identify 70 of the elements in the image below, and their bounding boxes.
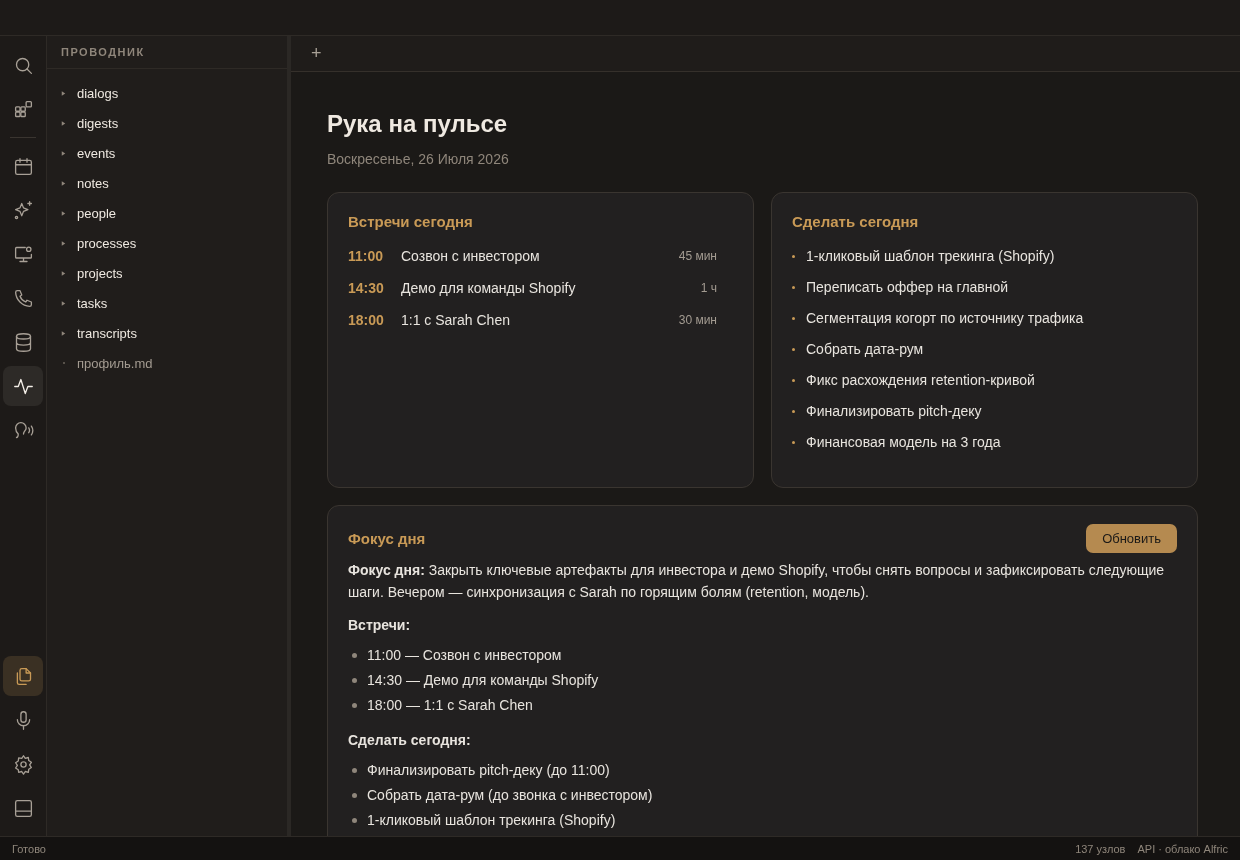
folder-item[interactable]: transcripts (77, 325, 137, 341)
bullet-icon (352, 793, 357, 798)
todo-item: Переписать оффер на главной (806, 279, 1009, 295)
card-title: Сделать сегодня (792, 213, 920, 230)
todo-item: Фикс расхождения retention-кривой (806, 372, 1035, 388)
page-date: Воскресенье, 26 Июля 2026 (327, 151, 510, 167)
api-status: API · облако Alfric (1137, 842, 1228, 855)
todo-item: Финансовая модель на 3 года (806, 434, 1001, 450)
file-item[interactable]: профиль.md (77, 355, 153, 371)
bullet-icon (792, 316, 795, 320)
todo-item: Собрать дата-рум (806, 341, 924, 357)
files-icon[interactable] (3, 656, 43, 696)
list-item: Собрать дата-рум (до звонка с инвестором) (367, 786, 653, 805)
refresh-button[interactable]: Обновить (1086, 524, 1177, 553)
new-tab-button[interactable]: + (307, 43, 326, 64)
card-title: Встречи сегодня (348, 213, 474, 230)
chevron-icon[interactable] (60, 89, 67, 97)
bullet-icon (792, 409, 795, 413)
page-title: Рука на пульсе (327, 110, 509, 138)
chevron-icon[interactable] (60, 269, 67, 277)
folder-item[interactable]: tasks (77, 295, 108, 311)
chevron-icon[interactable] (60, 239, 67, 247)
focus-summary: Фокус дня: Закрыть ключевые артефакты для инвестора и демо Shopify, чтобы снять вопросы и зафиксировать следующие шаги. Вечером — синхронизация с Sarah по горящим болям (retention, модель). (348, 561, 1166, 602)
meeting-time: 11:00 (348, 248, 385, 264)
meeting-time: 14:30 (348, 280, 385, 296)
bullet-icon (352, 768, 357, 773)
meeting-title: Созвон с инвестором (401, 248, 541, 264)
meeting-duration: 45 мин (678, 249, 717, 263)
section-heading: Встречи: (348, 617, 412, 633)
folder-item[interactable]: people (77, 205, 117, 221)
chevron-icon[interactable] (60, 329, 67, 337)
chevron-icon[interactable] (60, 209, 67, 217)
folder-item[interactable]: events (77, 145, 116, 161)
meeting-duration: 1 ч (700, 281, 717, 295)
chevron-icon[interactable] (60, 119, 67, 127)
section-heading: Сделать сегодня: (348, 732, 472, 748)
status-text: Готово (12, 842, 46, 855)
pulse-icon[interactable] (3, 366, 43, 406)
todo-item: Финализировать pitch-деку (806, 403, 982, 419)
todo-item: Сегментация когорт по источнику трафика (806, 310, 1084, 326)
bullet-icon (792, 285, 795, 289)
chevron-icon[interactable] (60, 149, 67, 157)
meeting-title: 1:1 с Sarah Chen (401, 312, 511, 328)
folder-item[interactable]: digests (77, 115, 119, 131)
folder-item[interactable]: notes (77, 175, 109, 191)
bullet-icon (792, 378, 795, 382)
folder-item[interactable]: processes (77, 235, 137, 251)
list-item: 11:00 — Созвон с инвестором (367, 646, 562, 665)
folder-item[interactable]: dialogs (77, 85, 119, 101)
sidebar-title: ПРОВОДНИК (47, 36, 287, 69)
list-item: Финализировать pitch-деку (до 11:00) (367, 761, 610, 780)
node-count: 137 узлов (1075, 842, 1126, 855)
bullet-icon (352, 678, 357, 683)
meeting-title: Демо для команды Shopify (401, 280, 577, 296)
bullet-icon (352, 818, 357, 823)
bullet-icon (792, 254, 795, 258)
list-item: 14:30 — Демо для команды Shopify (367, 671, 599, 690)
list-item: 1-кликовый шаблон трекинга (Shopify) (367, 811, 616, 830)
chevron-icon[interactable] (60, 299, 67, 307)
bullet-icon (352, 653, 357, 658)
meeting-time: 18:00 (348, 312, 385, 328)
bullet-icon (352, 703, 357, 708)
folder-item[interactable]: projects (77, 265, 123, 281)
chevron-icon[interactable] (60, 179, 67, 187)
bullet-icon (792, 347, 795, 351)
card-title: Фокус дня (348, 530, 426, 547)
todo-item: 1-кликовый шаблон трекинга (Shopify) (806, 248, 1055, 264)
list-item: 18:00 — 1:1 с Sarah Chen (367, 696, 533, 715)
bullet-icon (792, 440, 795, 444)
meeting-duration: 30 мин (678, 313, 717, 327)
